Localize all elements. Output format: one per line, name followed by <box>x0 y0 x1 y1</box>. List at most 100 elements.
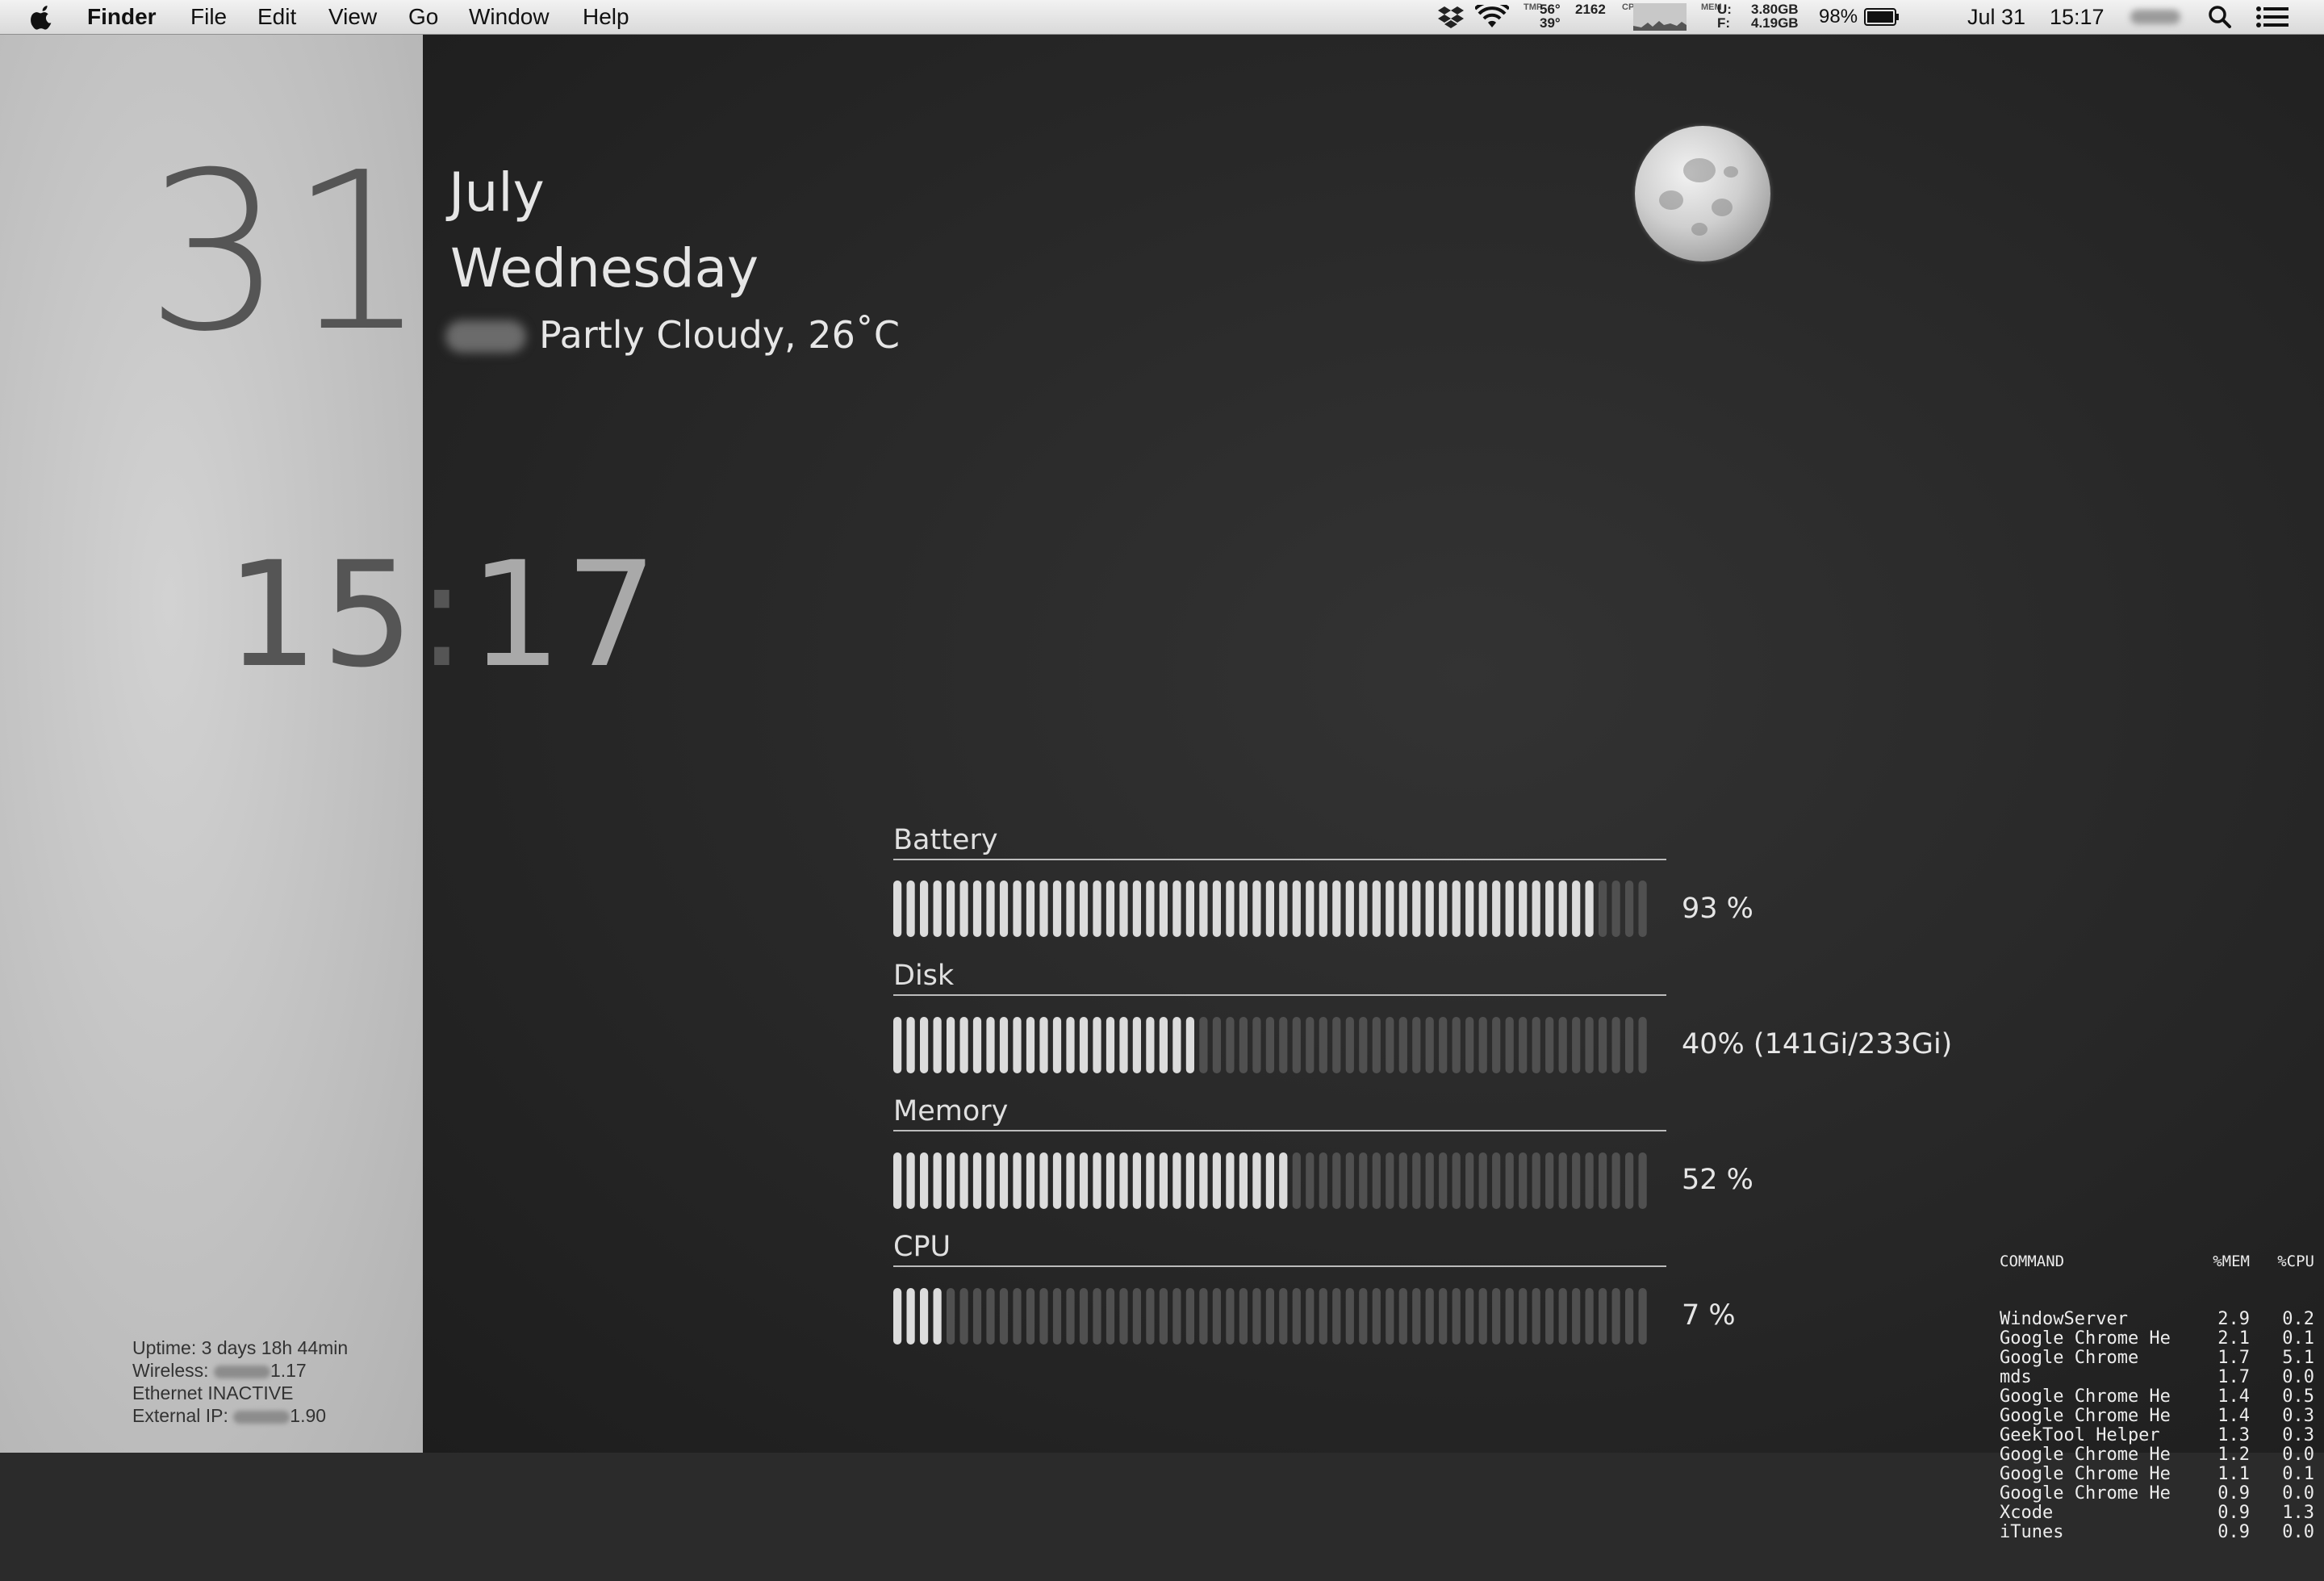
process-list-header: COMMAND %MEM %CPU <box>2000 1252 2314 1271</box>
meter-segment <box>1319 1017 1327 1073</box>
menu-view[interactable]: View <box>328 3 377 31</box>
meter-segment <box>1185 1017 1194 1073</box>
meter-segment <box>1306 1288 1315 1345</box>
battery-percent[interactable]: 98% <box>1819 3 1858 31</box>
meter-segment <box>1505 1288 1514 1345</box>
meter-segment <box>1079 1288 1089 1345</box>
meter-segment <box>947 1152 955 1209</box>
menu-edit[interactable]: Edit <box>257 3 296 31</box>
process-command: Google Chrome He <box>2000 1406 2171 1426</box>
meter-segment <box>1079 1152 1089 1209</box>
process-row: Xcode 0.9 1.3 <box>2000 1504 2314 1523</box>
wireless-label: Wireless: <box>132 1360 209 1381</box>
meter-segment <box>1638 1152 1647 1209</box>
meter-segment <box>1611 1017 1620 1073</box>
meter-segment <box>1199 1152 1208 1209</box>
meter-label-memory: Memory <box>893 1095 1009 1127</box>
meter-segment <box>1265 1017 1274 1073</box>
process-mem: 2.1 <box>2217 1328 2250 1349</box>
process-mem: 1.3 <box>2217 1425 2250 1445</box>
meter-segment <box>1226 1152 1235 1209</box>
meter-segment <box>1199 880 1208 937</box>
menu-go[interactable]: Go <box>408 3 438 31</box>
process-row: mds 1.7 0.0 <box>2000 1368 2314 1387</box>
col-mem: %MEM <box>2213 1253 2250 1270</box>
meter-segment <box>1638 1288 1647 1345</box>
spotlight-search-icon[interactable] <box>2208 5 2232 29</box>
date-weekday: Wednesday <box>450 237 759 299</box>
username-redacted[interactable] <box>2130 10 2180 24</box>
meter-segment <box>1279 1288 1288 1345</box>
meter-segment <box>1359 1152 1368 1209</box>
meter-segment <box>1386 1017 1394 1073</box>
meter-segment <box>1452 1288 1461 1345</box>
mem-used-label: U: <box>1717 2 1732 17</box>
meter-segment <box>1585 1288 1594 1345</box>
meter-segment <box>893 1017 902 1073</box>
wifi-icon[interactable] <box>1475 5 1509 29</box>
menu-help[interactable]: Help <box>583 3 629 31</box>
process-cpu: 0.2 <box>2282 1309 2314 1329</box>
meter-segment <box>1465 1288 1474 1345</box>
process-mem: 1.7 <box>2217 1348 2250 1368</box>
meter-segment <box>1439 1152 1448 1209</box>
menu-file[interactable]: File <box>190 3 227 31</box>
meter-segment <box>1146 1288 1155 1345</box>
meter-segment <box>1412 1288 1421 1345</box>
meter-segment <box>1159 1017 1168 1073</box>
meter-segment <box>1039 880 1048 937</box>
meter-segment <box>1026 880 1035 937</box>
process-row: Google Chrome He 2.1 0.1 <box>2000 1329 2314 1349</box>
process-row: iTunes 0.9 0.0 <box>2000 1523 2314 1542</box>
menu-window[interactable]: Window <box>469 3 550 31</box>
meter-segment <box>1306 1152 1315 1209</box>
meter-segment <box>1439 880 1448 937</box>
meter-segment <box>1492 1017 1501 1073</box>
meter-segment <box>1066 1152 1075 1209</box>
process-mem: 1.4 <box>2217 1406 2250 1426</box>
meter-segment <box>972 880 982 937</box>
meter-segment <box>1106 1017 1115 1073</box>
app-menu-finder[interactable]: Finder <box>87 3 157 31</box>
meter-segment <box>1106 880 1115 937</box>
notification-center-icon[interactable] <box>2256 6 2288 28</box>
meter-segment <box>1545 1152 1554 1209</box>
meter-segment <box>1279 1152 1288 1209</box>
meter-segment <box>1119 1017 1128 1073</box>
battery-icon[interactable] <box>1864 8 1900 26</box>
meter-segment <box>959 880 968 937</box>
meter-segment <box>1239 1152 1248 1209</box>
process-cpu: 5.1 <box>2282 1348 2314 1368</box>
meter-segment <box>1398 880 1407 937</box>
meter-segment <box>1412 1017 1421 1073</box>
dropbox-icon[interactable] <box>1438 5 1464 29</box>
meter-segment <box>933 1017 942 1073</box>
meter-segment <box>986 1152 995 1209</box>
meter-segment <box>1159 1288 1168 1345</box>
process-row: Google Chrome He 1.1 0.1 <box>2000 1465 2314 1484</box>
meter-segment <box>1212 1017 1221 1073</box>
meter-segment <box>906 1288 915 1345</box>
meter-segment <box>1106 1152 1115 1209</box>
meter-segment <box>986 1288 995 1345</box>
menubar-time[interactable]: 15:17 <box>2050 3 2105 31</box>
apple-logo-icon[interactable] <box>31 3 55 31</box>
meter-segment <box>933 880 942 937</box>
clock: 15:17 <box>226 519 661 713</box>
meter-segment <box>1226 880 1235 937</box>
meter-segment <box>1013 1017 1022 1073</box>
meter-segment <box>1212 880 1221 937</box>
meter-segment <box>893 880 902 937</box>
meter-segment <box>1345 1152 1354 1209</box>
meter-segment <box>1319 1152 1327 1209</box>
network-info: Uptime: 3 days 18h 44min Wireless: 1.17 … <box>132 1336 348 1427</box>
meter-segment <box>1625 880 1634 937</box>
cpu-graph-icon[interactable] <box>1633 3 1687 31</box>
menubar-date[interactable]: Jul 31 <box>1967 3 2025 31</box>
external-ip-label: External IP: <box>132 1405 228 1426</box>
meter-segment <box>1132 1288 1141 1345</box>
fan-rpm: 2162 <box>1575 2 1606 17</box>
meter-segment <box>1519 1288 1528 1345</box>
meter-segment <box>986 880 995 937</box>
meter-segment <box>1026 1017 1035 1073</box>
